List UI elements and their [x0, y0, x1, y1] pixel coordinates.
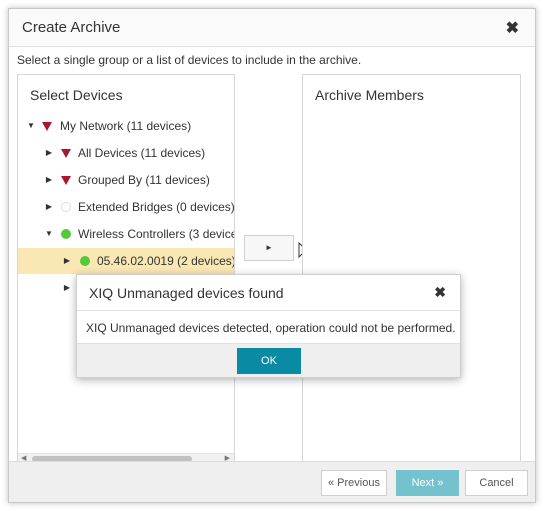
- caret-right-icon[interactable]: ▶: [62, 248, 72, 274]
- dialog-instruction: Select a single group or a list of devic…: [17, 53, 362, 67]
- dialog-footer: « Previous Next » Cancel: [9, 461, 535, 502]
- status-red-icon: [61, 149, 71, 158]
- dialog-header: Create Archive ✖: [9, 9, 535, 47]
- tree-item-controller-05-46-02-0019[interactable]: ▶ 05.46.02.0019 (2 devices): [18, 248, 235, 274]
- tree-item-label: 05.46.02.0019 (2 devices): [97, 254, 235, 268]
- status-empty-icon: [61, 202, 71, 212]
- caret-down-icon[interactable]: ▼: [44, 221, 54, 247]
- archive-members-title: Archive Members: [315, 87, 424, 103]
- tree-item-extended-bridges[interactable]: ▶ Extended Bridges (0 devices): [18, 194, 235, 220]
- caret-right-icon[interactable]: ▶: [62, 275, 72, 301]
- select-devices-panel: Select Devices ▼ My Network (11 devices)…: [17, 74, 235, 465]
- modal-title: XIQ Unmanaged devices found: [89, 285, 284, 301]
- modal-header: XIQ Unmanaged devices found ✖: [77, 275, 460, 311]
- modal-footer: OK: [77, 343, 460, 377]
- tree-item-label: Extended Bridges (0 devices): [78, 200, 235, 214]
- archive-members-panel: Archive Members: [302, 74, 521, 465]
- ok-button[interactable]: OK: [237, 348, 301, 374]
- previous-button[interactable]: « Previous: [321, 470, 387, 496]
- tree-item-wireless-controllers[interactable]: ▼ Wireless Controllers (3 devices): [18, 221, 235, 247]
- add-to-archive-button[interactable]: ►: [244, 235, 294, 261]
- tree-item-label: Grouped By (11 devices): [78, 173, 210, 187]
- status-red-icon: [61, 176, 71, 185]
- unmanaged-devices-modal: XIQ Unmanaged devices found ✖ XIQ Unmana…: [76, 274, 461, 378]
- close-icon[interactable]: ✖: [434, 284, 446, 301]
- tree-item-my-network[interactable]: ▼ My Network (11 devices): [18, 113, 234, 139]
- status-green-icon: [61, 229, 71, 239]
- close-icon[interactable]: ✖: [506, 18, 519, 38]
- caret-right-icon[interactable]: ▶: [44, 167, 54, 193]
- caret-right-icon[interactable]: ▶: [44, 140, 54, 166]
- next-button[interactable]: Next »: [396, 470, 459, 496]
- status-green-icon: [80, 256, 90, 266]
- modal-message: XIQ Unmanaged devices detected, operatio…: [86, 321, 456, 335]
- dialog-title: Create Archive: [22, 19, 121, 36]
- tree-item-grouped-by[interactable]: ▶ Grouped By (11 devices): [18, 167, 234, 193]
- select-devices-title: Select Devices: [30, 87, 123, 103]
- caret-down-icon[interactable]: ▼: [26, 113, 36, 139]
- status-red-icon: [42, 122, 52, 131]
- tree-item-label: Wireless Controllers (3 devices): [78, 227, 235, 241]
- create-archive-dialog: Create Archive ✖ Select a single group o…: [8, 8, 536, 503]
- caret-right-icon[interactable]: ▶: [44, 194, 54, 220]
- tree-item-label: All Devices (11 devices): [78, 146, 206, 160]
- tree-item-all-devices[interactable]: ▶ All Devices (11 devices): [18, 140, 234, 166]
- cancel-button[interactable]: Cancel: [465, 470, 528, 496]
- tree-item-label: My Network (11 devices): [60, 119, 192, 133]
